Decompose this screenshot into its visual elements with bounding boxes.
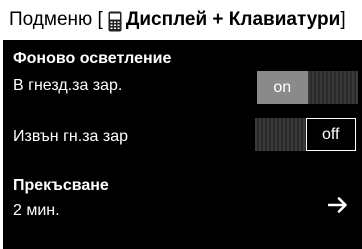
toggle-knob: [307, 71, 358, 104]
arrow-right-icon[interactable]: [327, 194, 348, 220]
header-suffix: ]: [340, 9, 346, 30]
toggle-knob: [255, 118, 306, 151]
out-charger-toggle[interactable]: off: [255, 118, 356, 151]
phone-display-icon: [108, 11, 122, 32]
header-prefix: Подменю [: [9, 9, 103, 30]
timeout-value[interactable]: 2 мин.: [13, 202, 60, 220]
in-charger-toggle[interactable]: on: [257, 71, 358, 104]
timeout-heading: Прекъсване: [13, 177, 109, 194]
display-screen: Фоново осветление В гнезд.за зар. on Изв…: [3, 40, 362, 249]
out-charger-off-state: off: [305, 118, 356, 151]
out-charger-label: Извън гн.за зар: [13, 128, 129, 145]
header-title: Дисплей + Клавиатури: [125, 9, 341, 30]
backlight-heading: Фоново осветление: [13, 50, 172, 67]
menu-header: Подменю [ Дисплей + Клавиатури ]: [0, 0, 362, 40]
in-charger-label: В гнезд.за зар.: [13, 77, 123, 94]
in-charger-on-state: on: [257, 71, 308, 104]
